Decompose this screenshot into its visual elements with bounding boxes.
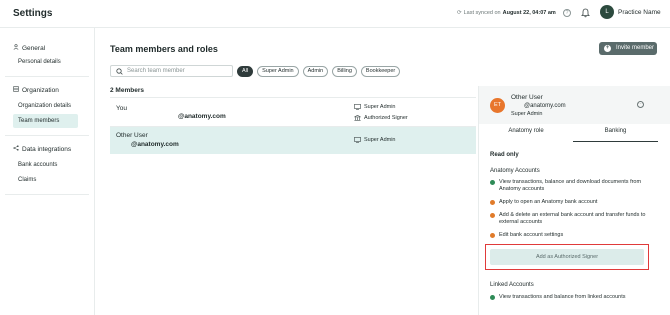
search-icon	[116, 67, 123, 75]
member-role: Super Admin	[354, 104, 396, 110]
sync-status: ⟳ Last synced on August 22, 04:07 am	[457, 10, 556, 16]
role-label: Authorized Signer	[364, 115, 408, 121]
search-input[interactable]: Search team member	[110, 65, 233, 77]
search-placeholder: Search team member	[127, 68, 185, 74]
role-label: Super Admin	[364, 137, 396, 143]
permission-text: View transactions, balance and download …	[499, 179, 642, 192]
app-title: Settings	[13, 8, 53, 19]
invite-member-button[interactable]: + Invite member	[599, 42, 657, 55]
panel-member-name: Other User	[511, 94, 543, 101]
role-label: Super Admin	[364, 104, 396, 110]
member-email: @anatomy.com	[178, 113, 226, 120]
invite-member-label: Invite member	[616, 45, 655, 51]
avatar[interactable]: L	[600, 5, 614, 19]
permission-item: Apply to open an Anatomy bank account	[490, 199, 650, 206]
more-options-icon[interactable]: ⋯	[637, 101, 644, 108]
denied-icon	[490, 233, 495, 238]
anatomy-accounts-heading: Anatomy Accounts	[490, 168, 540, 174]
sidebar-item-team-members[interactable]: Team members	[13, 114, 78, 128]
permission-item: View transactions, balance and download …	[490, 179, 650, 193]
permission-text: Add & delete an external bank account an…	[499, 212, 646, 225]
member-count: 2 Members	[110, 87, 144, 94]
share-icon	[13, 145, 19, 153]
filter-admin[interactable]: Admin	[302, 66, 329, 77]
member-avatar: ET	[490, 98, 505, 113]
check-icon	[490, 180, 495, 185]
denied-icon	[490, 200, 495, 205]
filter-all[interactable]: All	[237, 66, 254, 77]
sidebar-item-claims[interactable]: Claims	[13, 173, 78, 187]
check-icon	[490, 295, 495, 300]
plus-icon: +	[604, 45, 611, 52]
sync-icon: ⟳	[457, 10, 462, 16]
sync-prefix: Last synced on	[463, 10, 501, 16]
top-bar: Settings ⟳ Last synced on August 22, 04:…	[0, 0, 670, 28]
sidebar-divider	[5, 135, 89, 136]
filter-billing[interactable]: Billing	[332, 66, 357, 77]
monitor-icon	[354, 104, 361, 110]
panel-member-role: Super Admin	[511, 111, 543, 117]
panel-header: ET Other User @anatomy.com Super Admin ⋯	[479, 86, 670, 124]
linked-accounts-heading: Linked Accounts	[490, 282, 534, 288]
help-icon[interactable]: ?	[563, 9, 571, 17]
building-icon	[13, 86, 19, 94]
filter-super-admin[interactable]: Super Admin	[257, 66, 299, 77]
denied-icon	[490, 213, 495, 218]
member-name: You	[116, 105, 127, 112]
filter-bookkeeper[interactable]: Bookkeeper	[360, 66, 401, 77]
permission-text: View transactions and balance from linke…	[499, 294, 626, 300]
sidebar-section-organization: Organization	[13, 86, 59, 94]
tab-banking[interactable]: Banking	[573, 128, 658, 142]
role-filters: All Super Admin Admin Billing Bookkeeper	[237, 66, 401, 77]
bell-icon[interactable]	[581, 8, 590, 18]
page-title: Team members and roles	[110, 44, 218, 54]
member-name: Other User	[116, 132, 148, 139]
sidebar-section-label: General	[22, 44, 46, 52]
member-detail-panel: ET Other User @anatomy.com Super Admin ⋯…	[478, 86, 670, 315]
sidebar-divider	[5, 194, 89, 195]
sidebar-item-personal-details[interactable]: Personal details	[13, 55, 78, 69]
sidebar-section-general: General	[13, 44, 45, 52]
sidebar: General Personal details Organization Or…	[0, 28, 95, 315]
member-email: @anatomy.com	[131, 141, 179, 148]
permission-item: Edit bank account settings	[490, 232, 650, 239]
member-role: Super Admin	[354, 137, 396, 143]
add-authorized-signer-button[interactable]: Add as Authorized Signer	[490, 249, 644, 265]
table-row[interactable]: You @anatomy.com Super Admin Authorized …	[110, 97, 476, 126]
sidebar-item-organization-details[interactable]: Organization details	[13, 99, 78, 113]
sidebar-section-label: Data integrations	[22, 145, 72, 153]
permission-text: Apply to open an Anatomy bank account	[499, 199, 598, 205]
user-icon	[13, 44, 19, 52]
permission-item: View transactions and balance from linke…	[490, 294, 650, 301]
sync-time: August 22, 04:07 am	[502, 10, 556, 16]
sidebar-section-data-integrations: Data integrations	[13, 145, 71, 153]
panel-member-email: @anatomy.com	[524, 103, 566, 109]
sidebar-divider	[5, 76, 89, 77]
practice-name[interactable]: Practice Name	[618, 9, 661, 16]
sidebar-section-label: Organization	[22, 86, 59, 94]
permission-text: Edit bank account settings	[499, 232, 564, 238]
permission-item: Add & delete an external bank account an…	[490, 212, 650, 226]
monitor-icon	[354, 137, 361, 143]
tab-anatomy-role[interactable]: Anatomy role	[479, 128, 573, 142]
bank-icon	[354, 115, 361, 121]
member-role: Authorized Signer	[354, 115, 408, 121]
sidebar-item-bank-accounts[interactable]: Bank accounts	[13, 158, 78, 172]
access-level: Read only	[490, 152, 519, 158]
table-row[interactable]: Other User @anatomy.com Super Admin	[110, 126, 476, 154]
